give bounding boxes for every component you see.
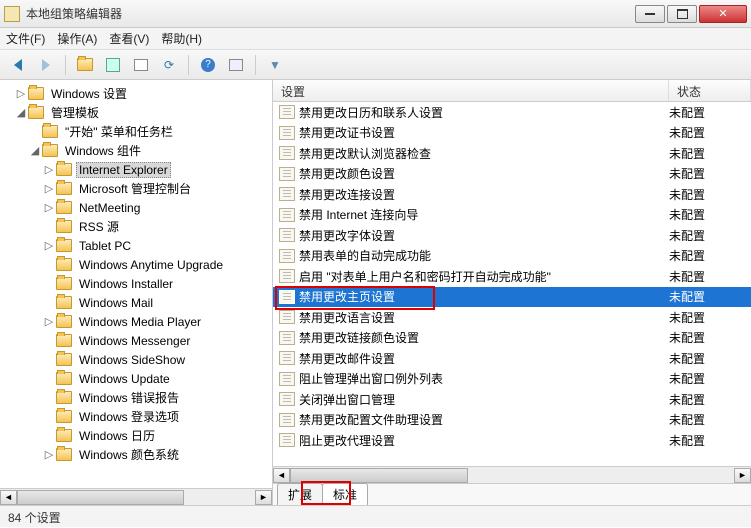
setting-icon <box>279 249 295 263</box>
setting-icon <box>279 310 295 324</box>
list-row[interactable]: 禁用更改配置文件助理设置未配置 <box>273 410 751 431</box>
scroll-right-button[interactable]: ► <box>255 490 272 505</box>
list-row[interactable]: 阻止管理弹出窗口例外列表未配置 <box>273 369 751 390</box>
tree-item-selected[interactable]: ▷Internet Explorer <box>2 160 272 179</box>
forward-button[interactable] <box>34 54 58 76</box>
tree-view[interactable]: ▷Windows 设置 ◢管理模板 "开始" 菜单和任务栏 ◢Windows 组… <box>0 80 272 468</box>
list-row[interactable]: 禁用 Internet 连接向导未配置 <box>273 205 751 226</box>
tree-item[interactable]: Windows 登录选项 <box>2 407 272 426</box>
setting-icon <box>279 392 295 406</box>
setting-icon <box>279 187 295 201</box>
export-button[interactable] <box>129 54 153 76</box>
list-row[interactable]: 关闭弹出窗口管理未配置 <box>273 389 751 410</box>
list-row[interactable]: 禁用更改邮件设置未配置 <box>273 348 751 369</box>
column-state[interactable]: 状态 <box>669 80 751 101</box>
list-row[interactable]: 禁用更改字体设置未配置 <box>273 225 751 246</box>
list-row[interactable]: 阻止更改代理设置未配置 <box>273 430 751 451</box>
setting-icon <box>279 433 295 447</box>
list-row[interactable]: 禁用更改颜色设置未配置 <box>273 164 751 185</box>
filter-button[interactable]: ▼ <box>263 54 287 76</box>
tree-item[interactable]: ◢管理模板 <box>2 103 272 122</box>
tree-item[interactable]: ▷Tablet PC <box>2 236 272 255</box>
tree-item[interactable]: Windows 错误报告 <box>2 388 272 407</box>
list-row-selected[interactable]: 禁用更改主页设置未配置 <box>273 287 751 308</box>
list-header[interactable]: 设置 状态 <box>273 80 751 102</box>
minimize-button[interactable] <box>635 5 665 23</box>
tree-item[interactable]: ▷NetMeeting <box>2 198 272 217</box>
list-row[interactable]: 禁用更改语言设置未配置 <box>273 307 751 328</box>
menu-help[interactable]: 帮助(H) <box>161 30 202 47</box>
setting-icon <box>279 146 295 160</box>
setting-icon <box>279 351 295 365</box>
show-hide-tree-button[interactable] <box>101 54 125 76</box>
tree-item[interactable]: Windows Mail <box>2 293 272 312</box>
list-row[interactable]: 禁用更改链接颜色设置未配置 <box>273 328 751 349</box>
settings-list[interactable]: 禁用更改日历和联系人设置未配置 禁用更改证书设置未配置 禁用更改默认浏览器检查未… <box>273 102 751 466</box>
up-button[interactable] <box>73 54 97 76</box>
column-setting[interactable]: 设置 <box>273 80 669 101</box>
menu-file[interactable]: 文件(F) <box>6 30 45 47</box>
properties-button[interactable] <box>224 54 248 76</box>
setting-icon <box>279 290 295 304</box>
tree-item[interactable]: Windows 日历 <box>2 426 272 445</box>
tree-item[interactable]: Windows Messenger <box>2 331 272 350</box>
setting-icon <box>279 105 295 119</box>
menu-view[interactable]: 查看(V) <box>109 30 149 47</box>
list-row[interactable]: 禁用更改默认浏览器检查未配置 <box>273 143 751 164</box>
setting-icon <box>279 372 295 386</box>
help-button[interactable]: ? <box>196 54 220 76</box>
setting-icon <box>279 208 295 222</box>
maximize-button[interactable] <box>667 5 697 23</box>
window-title: 本地组策略编辑器 <box>26 5 635 22</box>
close-button[interactable] <box>699 5 747 23</box>
setting-icon <box>279 413 295 427</box>
refresh-button[interactable]: ⟳ <box>157 54 181 76</box>
setting-icon <box>279 331 295 345</box>
list-row[interactable]: 启用 "对表单上用户名和密码打开自动完成功能"未配置 <box>273 266 751 287</box>
tree-item[interactable]: ▷Windows Media Player <box>2 312 272 331</box>
menu-action[interactable]: 操作(A) <box>57 30 97 47</box>
tree-item[interactable]: ◢Windows 组件 <box>2 141 272 160</box>
tree-item[interactable]: Windows Anytime Upgrade <box>2 255 272 274</box>
tree-item[interactable]: ▷Windows 设置 <box>2 84 272 103</box>
tree-item[interactable]: ▷Windows 颜色系统 <box>2 445 272 464</box>
tree-item[interactable]: RSS 源 <box>2 217 272 236</box>
tree-item[interactable]: ▷Microsoft 管理控制台 <box>2 179 272 198</box>
list-row[interactable]: 禁用更改连接设置未配置 <box>273 184 751 205</box>
tab-extended[interactable]: 扩展 <box>277 483 323 505</box>
status-text: 84 个设置 <box>8 511 61 525</box>
setting-icon <box>279 167 295 181</box>
list-row[interactable]: 禁用表单的自动完成功能未配置 <box>273 246 751 267</box>
back-button[interactable] <box>6 54 30 76</box>
scroll-left-button[interactable]: ◄ <box>273 468 290 483</box>
list-row[interactable]: 禁用更改日历和联系人设置未配置 <box>273 102 751 123</box>
app-icon <box>4 6 20 22</box>
tab-standard[interactable]: 标准 <box>322 483 368 505</box>
tree-item[interactable]: Windows SideShow <box>2 350 272 369</box>
setting-icon <box>279 126 295 140</box>
scroll-right-button[interactable]: ► <box>734 468 751 483</box>
scroll-left-button[interactable]: ◄ <box>0 490 17 505</box>
setting-icon <box>279 269 295 283</box>
status-bar: 84 个设置 <box>0 505 751 527</box>
tree-item[interactable]: Windows Installer <box>2 274 272 293</box>
tree-item[interactable]: Windows Update <box>2 369 272 388</box>
setting-icon <box>279 228 295 242</box>
tree-item[interactable]: "开始" 菜单和任务栏 <box>2 122 272 141</box>
list-row[interactable]: 禁用更改证书设置未配置 <box>273 123 751 144</box>
